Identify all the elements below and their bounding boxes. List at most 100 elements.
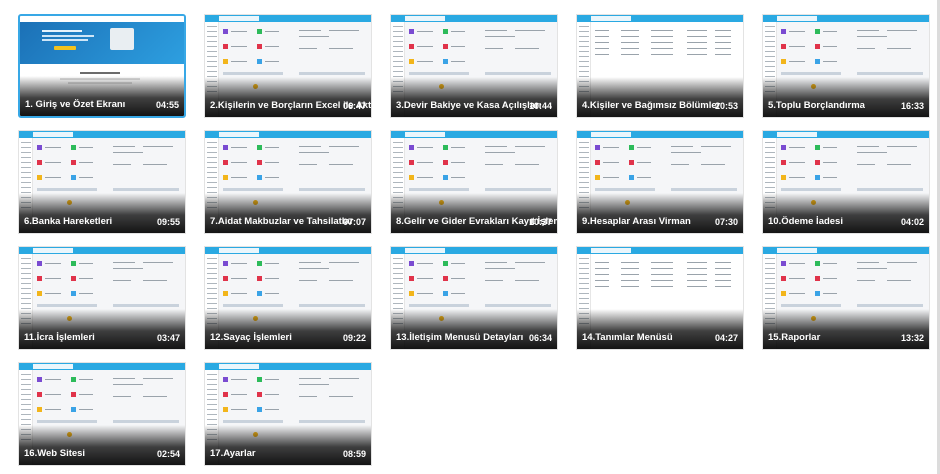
- thumb-sidebar-item: [765, 66, 775, 67]
- thumb-table-cell: [621, 262, 639, 263]
- thumb-stat-tile: [595, 175, 600, 180]
- thumb-text-line: [299, 146, 321, 147]
- thumb-text-line: [299, 164, 317, 165]
- thumb-panel-bar: [857, 188, 923, 191]
- video-card[interactable]: 14.Tanımlar Menüsü 04:27: [576, 246, 744, 350]
- thumb-stat-tile: [815, 175, 820, 180]
- thumb-table-cell: [651, 36, 673, 37]
- thumb-sidebar-item: [207, 66, 217, 67]
- thumb-sidebar-item: [579, 258, 589, 259]
- video-card[interactable]: 16.Web Sitesi 02:54: [18, 362, 186, 466]
- thumb-stat-tile: [223, 407, 228, 412]
- thumb-text-line: [789, 278, 805, 279]
- video-card[interactable]: 11.İcra İşlemleri 03:47: [18, 246, 186, 350]
- video-card[interactable]: 9.Hesaplar Arası Virman 07:30: [576, 130, 744, 234]
- thumb-stat-tile: [781, 261, 786, 266]
- thumb-text-line: [887, 280, 911, 281]
- thumb-text-line: [451, 31, 465, 32]
- thumb-search-bar: [219, 16, 259, 21]
- thumb-sidebar-item: [207, 399, 217, 400]
- thumb-sidebar-item: [21, 172, 31, 173]
- video-card[interactable]: 3.Devir Bakiye ve Kasa Açılışları 10:44: [390, 14, 558, 118]
- thumb-panel-bar: [223, 188, 283, 191]
- thumb-sidebar-item: [207, 152, 217, 153]
- thumb-text-line: [515, 48, 539, 49]
- thumb-stat-tile: [815, 276, 820, 281]
- video-card[interactable]: 12.Sayaç İşlemleri 09:22: [204, 246, 372, 350]
- video-card[interactable]: 8.Gelir ve Gider Evrakları Kayıt İşlem 10…: [390, 130, 558, 234]
- thumb-text-line: [637, 177, 651, 178]
- thumb-text-line: [299, 30, 321, 31]
- thumb-hero-text: [42, 35, 94, 37]
- thumb-text-line: [231, 379, 247, 380]
- thumb-sidebar-item: [21, 147, 31, 148]
- thumb-search-bar: [777, 248, 817, 253]
- thumb-table-cell: [595, 274, 609, 275]
- caption-gradient: [391, 77, 557, 117]
- thumb-panel-bar: [857, 304, 923, 307]
- thumb-stat-tile: [443, 145, 448, 150]
- thumb-panel-bar: [299, 420, 365, 423]
- thumb-panel-bar: [37, 188, 97, 191]
- video-card[interactable]: 4.Kişiler ve Bağımsız Bölümler 20:53: [576, 14, 744, 118]
- thumb-text-line: [823, 46, 837, 47]
- caption-gradient: [205, 77, 371, 117]
- thumb-text-line: [887, 262, 917, 263]
- thumb-sidebar-item: [207, 142, 217, 143]
- thumb-sidebar-item: [765, 258, 775, 259]
- thumb-sidebar-item: [207, 409, 217, 410]
- thumb-stat-tile: [223, 377, 228, 382]
- thumb-stat-tile: [37, 261, 42, 266]
- thumb-stat-tile: [815, 44, 820, 49]
- video-title: 12.Sayaç İşlemleri: [210, 332, 292, 343]
- thumb-stat-tile: [71, 392, 76, 397]
- thumb-panel-bar: [485, 304, 551, 307]
- thumb-table-cell: [687, 30, 707, 31]
- thumb-sidebar-item: [21, 142, 31, 143]
- thumb-table-cell: [621, 30, 639, 31]
- video-card[interactable]: 6.Banka Hareketleri 09:55: [18, 130, 186, 234]
- video-title: 2.Kişilerin ve Borçların Excel ile Akt: [210, 100, 372, 111]
- thumb-sidebar-item: [21, 283, 31, 284]
- thumb-sidebar-item: [579, 26, 589, 27]
- video-card[interactable]: 15.Raporlar 13:32: [762, 246, 930, 350]
- thumb-stat-tile: [71, 261, 76, 266]
- thumb-sidebar-item: [579, 36, 589, 37]
- thumb-sidebar-item: [765, 36, 775, 37]
- video-duration: 09:22: [342, 333, 366, 343]
- video-card[interactable]: 1. Giriş ve Özet Ekranı 04:55: [18, 14, 186, 118]
- thumb-text-line: [299, 396, 317, 397]
- thumb-text-line: [113, 384, 143, 385]
- video-duration: 20:53: [714, 101, 738, 111]
- thumb-text-line: [231, 147, 247, 148]
- thumb-panel-bar: [113, 304, 179, 307]
- thumb-stat-tile: [37, 276, 42, 281]
- thumb-sidebar-item: [207, 293, 217, 294]
- thumb-text-line: [265, 394, 279, 395]
- video-card[interactable]: 10.Ödeme İadesi 04:02: [762, 130, 930, 234]
- caption-gradient: [391, 193, 557, 233]
- video-card[interactable]: 17.Ayarlar 08:59: [204, 362, 372, 466]
- video-card[interactable]: 2.Kişilerin ve Borçların Excel ile Akt 06…: [204, 14, 372, 118]
- thumb-sidebar-item: [393, 56, 403, 57]
- thumb-sidebar-item: [765, 152, 775, 153]
- thumb-stat-tile: [257, 291, 262, 296]
- caption-gradient: [205, 193, 371, 233]
- thumb-text-line: [45, 147, 61, 148]
- thumb-text-line: [45, 263, 61, 264]
- video-card[interactable]: 7.Aidat Makbuzlar ve Tahsilatlar 07:07: [204, 130, 372, 234]
- thumb-search-bar: [33, 132, 73, 137]
- thumb-text-line: [231, 177, 247, 178]
- thumb-table-cell: [621, 54, 639, 55]
- thumb-text-line: [231, 409, 247, 410]
- thumb-stat-tile: [37, 377, 42, 382]
- thumb-stat-tile: [37, 175, 42, 180]
- thumb-sidebar-item: [765, 61, 775, 62]
- thumb-stat-tile: [781, 59, 786, 64]
- video-card[interactable]: 5.Toplu Borçlandırma 16:33: [762, 14, 930, 118]
- thumb-search-bar: [405, 248, 445, 253]
- thumb-sidebar-item: [207, 26, 217, 27]
- video-card[interactable]: 13.İletişim Menusü Detayları 06:34: [390, 246, 558, 350]
- thumb-stat-tile: [71, 160, 76, 165]
- thumb-sidebar-item: [207, 288, 217, 289]
